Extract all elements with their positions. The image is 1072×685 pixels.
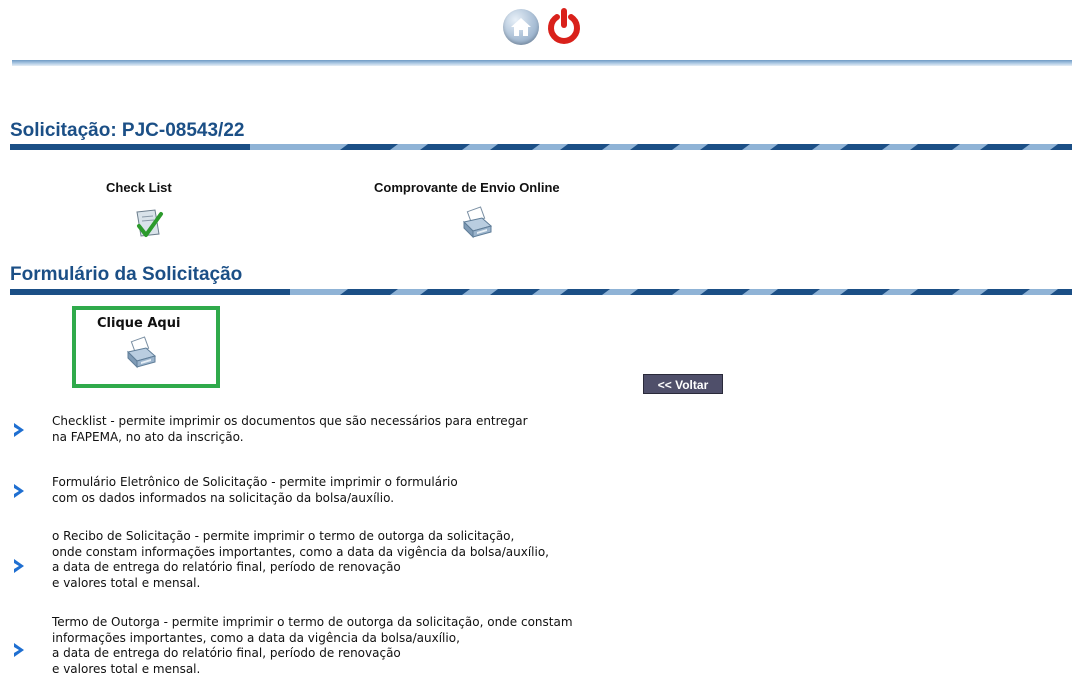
info-line: Formulário Eletrônico de Solicitação - p… (52, 475, 458, 489)
info-line: e valores total e mensal. (52, 575, 201, 590)
info-line: informações importantes, como a data da … (52, 630, 460, 645)
header-divider (12, 60, 1072, 66)
chevron-right-icon (14, 484, 24, 498)
solicitacao-title: Solicitação: PJC-08543/22 (10, 120, 245, 141)
info-line: o Recibo de Solicitação - permite imprim… (52, 529, 515, 543)
info-item: o Recibo de Solicitação - permite imprim… (52, 529, 549, 591)
info-line: com os dados informados na solicitação d… (52, 490, 395, 505)
voltar-button[interactable]: << Voltar (643, 374, 723, 394)
info-line: a data de entrega do relatório final, pe… (52, 560, 401, 574)
formulario-title: Formulário da Solicitação (10, 264, 243, 285)
info-line: Termo de Outorga - permite imprimir o te… (52, 615, 573, 629)
clique-aqui-label: Clique Aqui (97, 316, 181, 331)
solicitacao-divider (10, 144, 1072, 150)
info-line: na FAPEMA, no ato da inscrição. (52, 429, 244, 444)
info-line: a data de entrega do relatório final, pe… (52, 646, 401, 660)
chevron-right-icon (14, 423, 24, 437)
checklist-icon[interactable] (133, 208, 165, 244)
chevron-right-icon (14, 559, 24, 573)
info-line: Checklist - permite imprimir os document… (52, 414, 528, 428)
info-line: onde constam informações importantes, co… (52, 544, 549, 559)
power-icon[interactable] (546, 8, 582, 46)
formulario-printer-icon[interactable] (124, 336, 158, 374)
comprovante-printer-icon[interactable] (460, 206, 494, 244)
checklist-label: Check List (106, 180, 172, 195)
info-item: Checklist - permite imprimir os document… (52, 414, 528, 445)
top-toolbar (503, 8, 583, 48)
comprovante-label: Comprovante de Envio Online (374, 180, 560, 195)
formulario-divider (10, 289, 1072, 295)
home-icon[interactable] (503, 9, 539, 45)
info-item: Termo de Outorga - permite imprimir o te… (52, 615, 573, 677)
info-item: Formulário Eletrônico de Solicitação - p… (52, 475, 458, 506)
info-line: e valores total e mensal. (52, 661, 201, 676)
chevron-right-icon (14, 643, 24, 657)
